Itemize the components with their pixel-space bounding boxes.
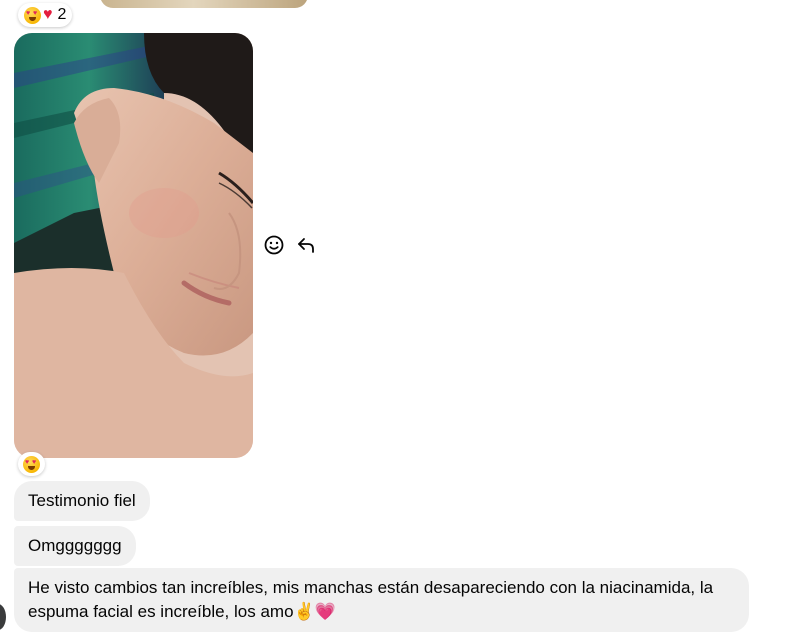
heart-eyes-emoji-icon: ♥ ♥ [24, 6, 41, 24]
message-text: Omggggggg [28, 536, 122, 555]
message-bubble[interactable]: Testimonio fiel [14, 481, 150, 521]
reaction-count: 2 [57, 6, 67, 23]
smiley-icon [264, 235, 284, 255]
photo-message[interactable] [14, 33, 253, 458]
message-text: He visto cambios tan increíbles, mis man… [28, 578, 714, 621]
chat-thread: ♥ ♥ ♥ 2 ♥ ♥ Testimonio fiel Omggggggg He… [0, 0, 793, 642]
message-bubble[interactable]: Omggggggg [14, 526, 136, 566]
photo-content [14, 33, 253, 458]
reply-button[interactable] [294, 233, 318, 257]
message-bubble[interactable]: He visto cambios tan increíbles, mis man… [14, 568, 749, 632]
avatar[interactable] [0, 604, 6, 630]
message-actions [262, 233, 318, 257]
react-button[interactable] [262, 233, 286, 257]
reply-icon [298, 238, 314, 253]
previous-image-message[interactable] [100, 0, 308, 8]
heart-emoji-icon: ♥ [43, 6, 53, 23]
heart-eyes-emoji-icon: ♥ ♥ [23, 455, 40, 473]
photo-reactions[interactable]: ♥ ♥ [18, 452, 45, 476]
message-text: Testimonio fiel [28, 491, 136, 510]
reactions-summary[interactable]: ♥ ♥ ♥ 2 [18, 3, 73, 27]
